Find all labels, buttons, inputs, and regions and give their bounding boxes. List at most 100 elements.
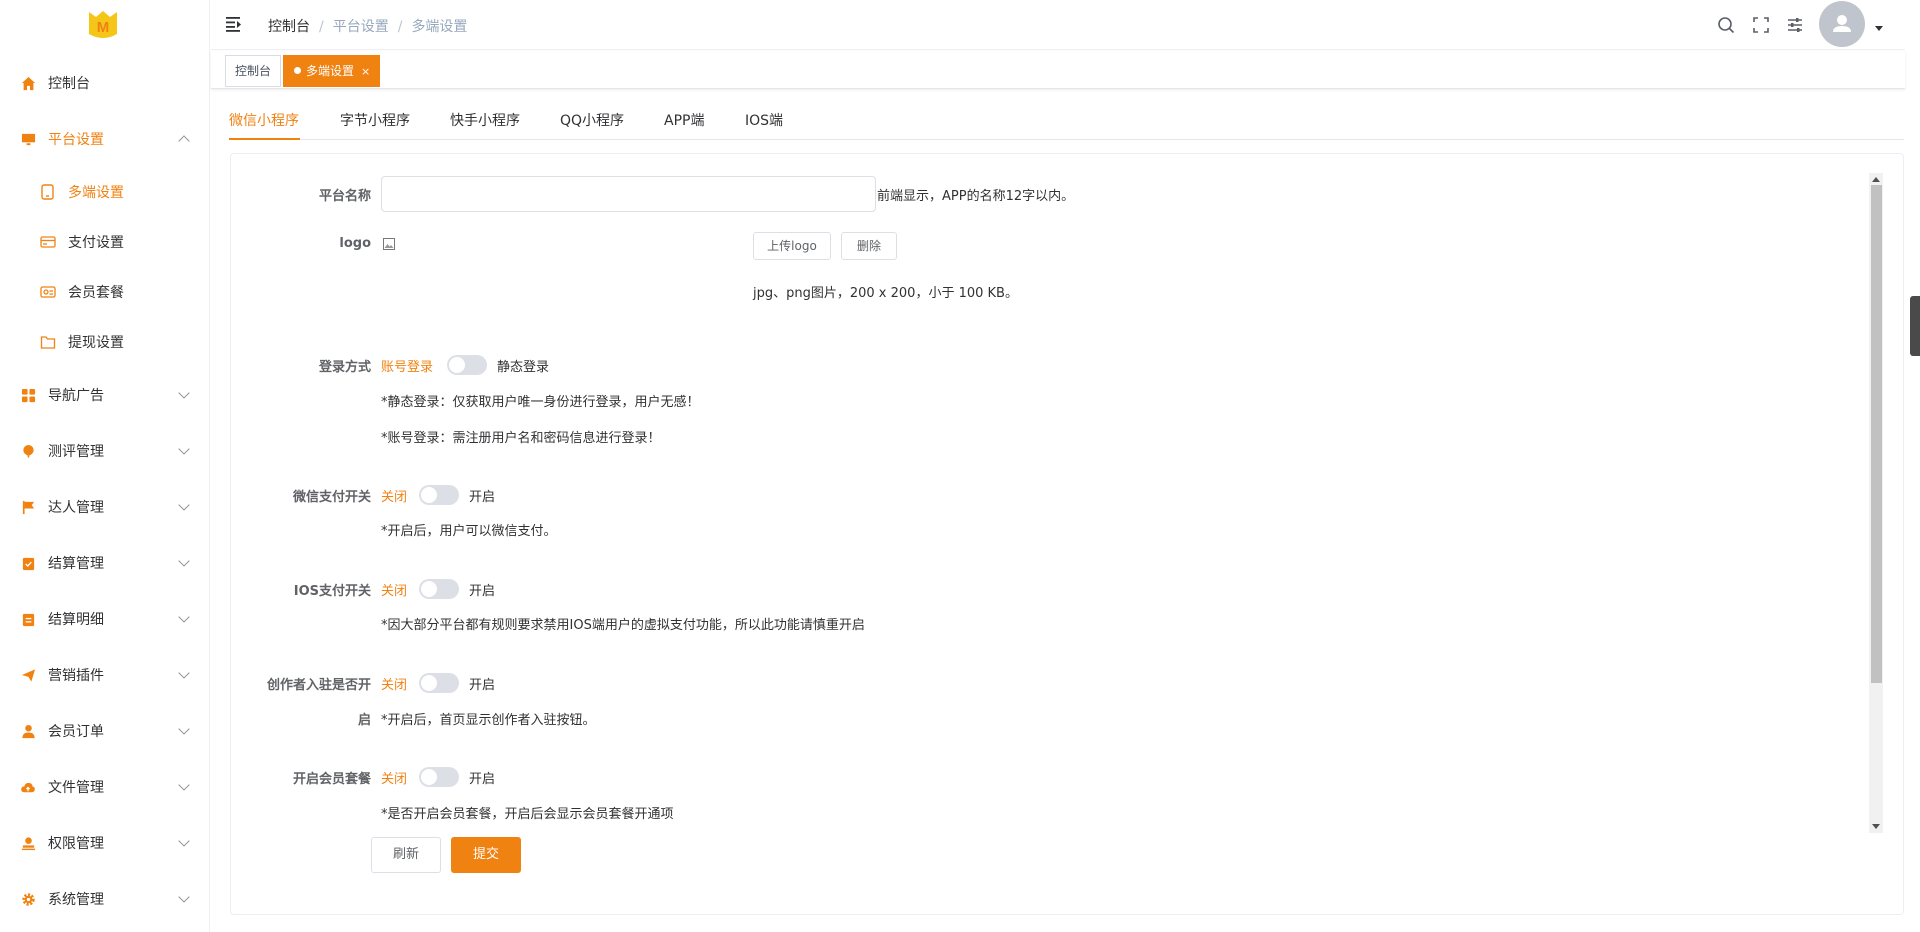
tab-active-indicator [229, 138, 300, 140]
tab-qq[interactable]: QQ小程序 [560, 110, 624, 130]
chevron-down-icon [178, 611, 190, 623]
sidebar-item-member-orders[interactable]: 会员订单 [0, 703, 210, 759]
sliders-icon[interactable] [1786, 16, 1804, 34]
login-static-label: 静态登录 [497, 360, 550, 375]
sidebar-item-label: 营销插件 [48, 668, 104, 684]
sidebar-menu: 控制台 平台设置 多端设置 支付设置 会员套餐 提现设置 导航广告 测评管理 达… [0, 55, 210, 927]
breadcrumb-item-platform[interactable]: 平台设置 [333, 19, 389, 35]
top-header: 控制台 / 平台设置 / 多端设置 [211, 0, 1905, 50]
close-icon[interactable]: × [361, 65, 370, 78]
sidebar-subitem-label: 提现设置 [68, 335, 124, 351]
search-icon[interactable] [1717, 16, 1735, 34]
creator-on-label: 开启 [469, 678, 496, 693]
sidebar: M 控制台 平台设置 多端设置 支付设置 会员套餐 提现设置 导航广告 测评管理… [0, 0, 210, 932]
scroll-down-arrow-icon[interactable] [1872, 824, 1880, 829]
wxpay-on-label: 开启 [469, 490, 496, 505]
tab-app[interactable]: APP端 [664, 110, 704, 130]
tab-wechat[interactable]: 微信小程序 [229, 110, 299, 130]
form-row-member-package: 开启会员套餐 关闭 开启 *是否开启会员套餐，开启后会显示会员套餐开通项 [231, 767, 1831, 828]
svg-text:M: M [97, 19, 110, 36]
sidebar-item-settlement[interactable]: 结算管理 [0, 535, 210, 591]
sidebar-item-label: 导航广告 [48, 388, 104, 404]
form-scrollbar[interactable] [1869, 173, 1883, 833]
caret-down-icon[interactable] [1875, 26, 1883, 31]
creator-off-label: 关闭 [381, 678, 408, 693]
member-package-label: 开启会员套餐 [292, 772, 371, 787]
login-account-label: 账号登录 [381, 360, 434, 375]
tablet-icon [40, 184, 56, 200]
login-note-static: *静态登录：仅获取用户唯一身份进行登录，用户无感！ [381, 395, 700, 410]
login-method-switch[interactable] [447, 355, 487, 375]
sidebar-subitem-membership[interactable]: 会员套餐 [0, 267, 210, 317]
creator-switch[interactable] [419, 673, 459, 693]
sidebar-item-label: 测评管理 [48, 444, 104, 460]
form-row-logo: logo 上传logo 删除 jpg、png图片，200 x 200，小于 10… [231, 232, 1831, 334]
member-package-note: *是否开启会员套餐，开启后会显示会员套餐开通项 [381, 807, 674, 822]
gear-icon [20, 891, 36, 907]
sidebar-subitem-payment[interactable]: 支付设置 [0, 217, 210, 267]
sidebar-item-label: 会员订单 [48, 724, 104, 740]
breadcrumb: 控制台 / 平台设置 / 多端设置 [268, 19, 468, 35]
login-method-label: 登录方式 [318, 360, 371, 375]
side-drawer-handle[interactable] [1910, 296, 1920, 356]
clipboard-list-icon [20, 611, 36, 627]
member-off-label: 关闭 [381, 772, 408, 787]
card-icon [40, 234, 56, 250]
chevron-down-icon [178, 387, 190, 399]
chevron-up-icon [178, 135, 190, 147]
active-dot-icon [294, 67, 301, 74]
menu-fold-icon[interactable] [226, 16, 244, 32]
sidebar-item-label: 系统管理 [48, 892, 104, 908]
platform-name-input[interactable] [381, 176, 876, 212]
sidebar-item-settlement-detail[interactable]: 结算明细 [0, 591, 210, 647]
wxpay-note: *开启后，用户可以微信支付。 [381, 524, 557, 539]
sidebar-item-platform-settings[interactable]: 平台设置 [0, 111, 210, 167]
sidebar-item-review[interactable]: 测评管理 [0, 423, 210, 479]
sidebar-item-system[interactable]: 系统管理 [0, 871, 210, 927]
sidebar-subitem-withdraw[interactable]: 提现设置 [0, 317, 210, 367]
wxpay-switch[interactable] [419, 485, 459, 505]
sidebar-subitem-multi-terminal[interactable]: 多端设置 [0, 167, 210, 217]
home-icon [20, 75, 36, 91]
tab-bytedance[interactable]: 字节小程序 [340, 110, 410, 130]
tag-multi-terminal[interactable]: 多端设置 × [283, 55, 381, 87]
form-row-wxpay: 微信支付开关 关闭 开启 *开启后，用户可以微信支付。 [231, 485, 1831, 546]
delete-logo-button[interactable]: 删除 [841, 232, 897, 260]
scrollbar-thumb[interactable] [1871, 185, 1882, 683]
iospay-switch[interactable] [419, 579, 459, 599]
refresh-button[interactable]: 刷新 [371, 837, 441, 873]
sidebar-item-files[interactable]: 文件管理 [0, 759, 210, 815]
send-icon [20, 667, 36, 683]
breadcrumb-item-dashboard[interactable]: 控制台 [268, 19, 310, 35]
form-row-creator: 创作者入驻是否开 启 关闭 开启 *开启后，首页显示创作者入驻按钮。 [231, 673, 1831, 734]
sidebar-item-dashboard[interactable]: 控制台 [0, 55, 210, 111]
wxpay-label: 微信支付开关 [292, 490, 371, 505]
submit-button[interactable]: 提交 [451, 837, 521, 873]
sidebar-item-permissions[interactable]: 权限管理 [0, 815, 210, 871]
sidebar-item-marketing[interactable]: 营销插件 [0, 647, 210, 703]
tab-kuaishou[interactable]: 快手小程序 [450, 110, 520, 130]
upload-logo-button[interactable]: 上传logo [753, 232, 831, 260]
sidebar-item-talent[interactable]: 达人管理 [0, 479, 210, 535]
chevron-down-icon [178, 667, 190, 679]
chevron-down-icon [178, 779, 190, 791]
sidebar-subitem-label: 支付设置 [68, 235, 124, 251]
tag-dashboard[interactable]: 控制台 [225, 55, 282, 87]
form-scroll-area[interactable]: 平台名称 前端显示，APP的名称12字以内。 logo 上传logo 删除 jp… [231, 172, 1881, 834]
flag-icon [20, 499, 36, 515]
sidebar-item-nav-ads[interactable]: 导航广告 [0, 367, 210, 423]
fullscreen-icon[interactable] [1752, 16, 1770, 34]
breadcrumb-item-current: 多端设置 [411, 19, 468, 35]
tags-view: 控制台 多端设置 × [211, 51, 1905, 89]
tab-ios[interactable]: IOS端 [745, 110, 783, 130]
logo: M [89, 11, 117, 38]
member-package-switch[interactable] [419, 767, 459, 787]
creator-label-line2: 启 [357, 713, 371, 728]
form-row-login-method: 登录方式 账号登录 静态登录 *静态登录：仅获取用户唯一身份进行登录，用户无感！… [231, 355, 1831, 456]
avatar[interactable] [1819, 1, 1865, 47]
scroll-up-arrow-icon[interactable] [1872, 177, 1880, 182]
platform-name-label: 平台名称 [318, 189, 371, 204]
sidebar-item-label: 权限管理 [48, 836, 104, 852]
cloud-upload-icon [20, 779, 36, 795]
creator-label-line1: 创作者入驻是否开 [266, 678, 371, 693]
